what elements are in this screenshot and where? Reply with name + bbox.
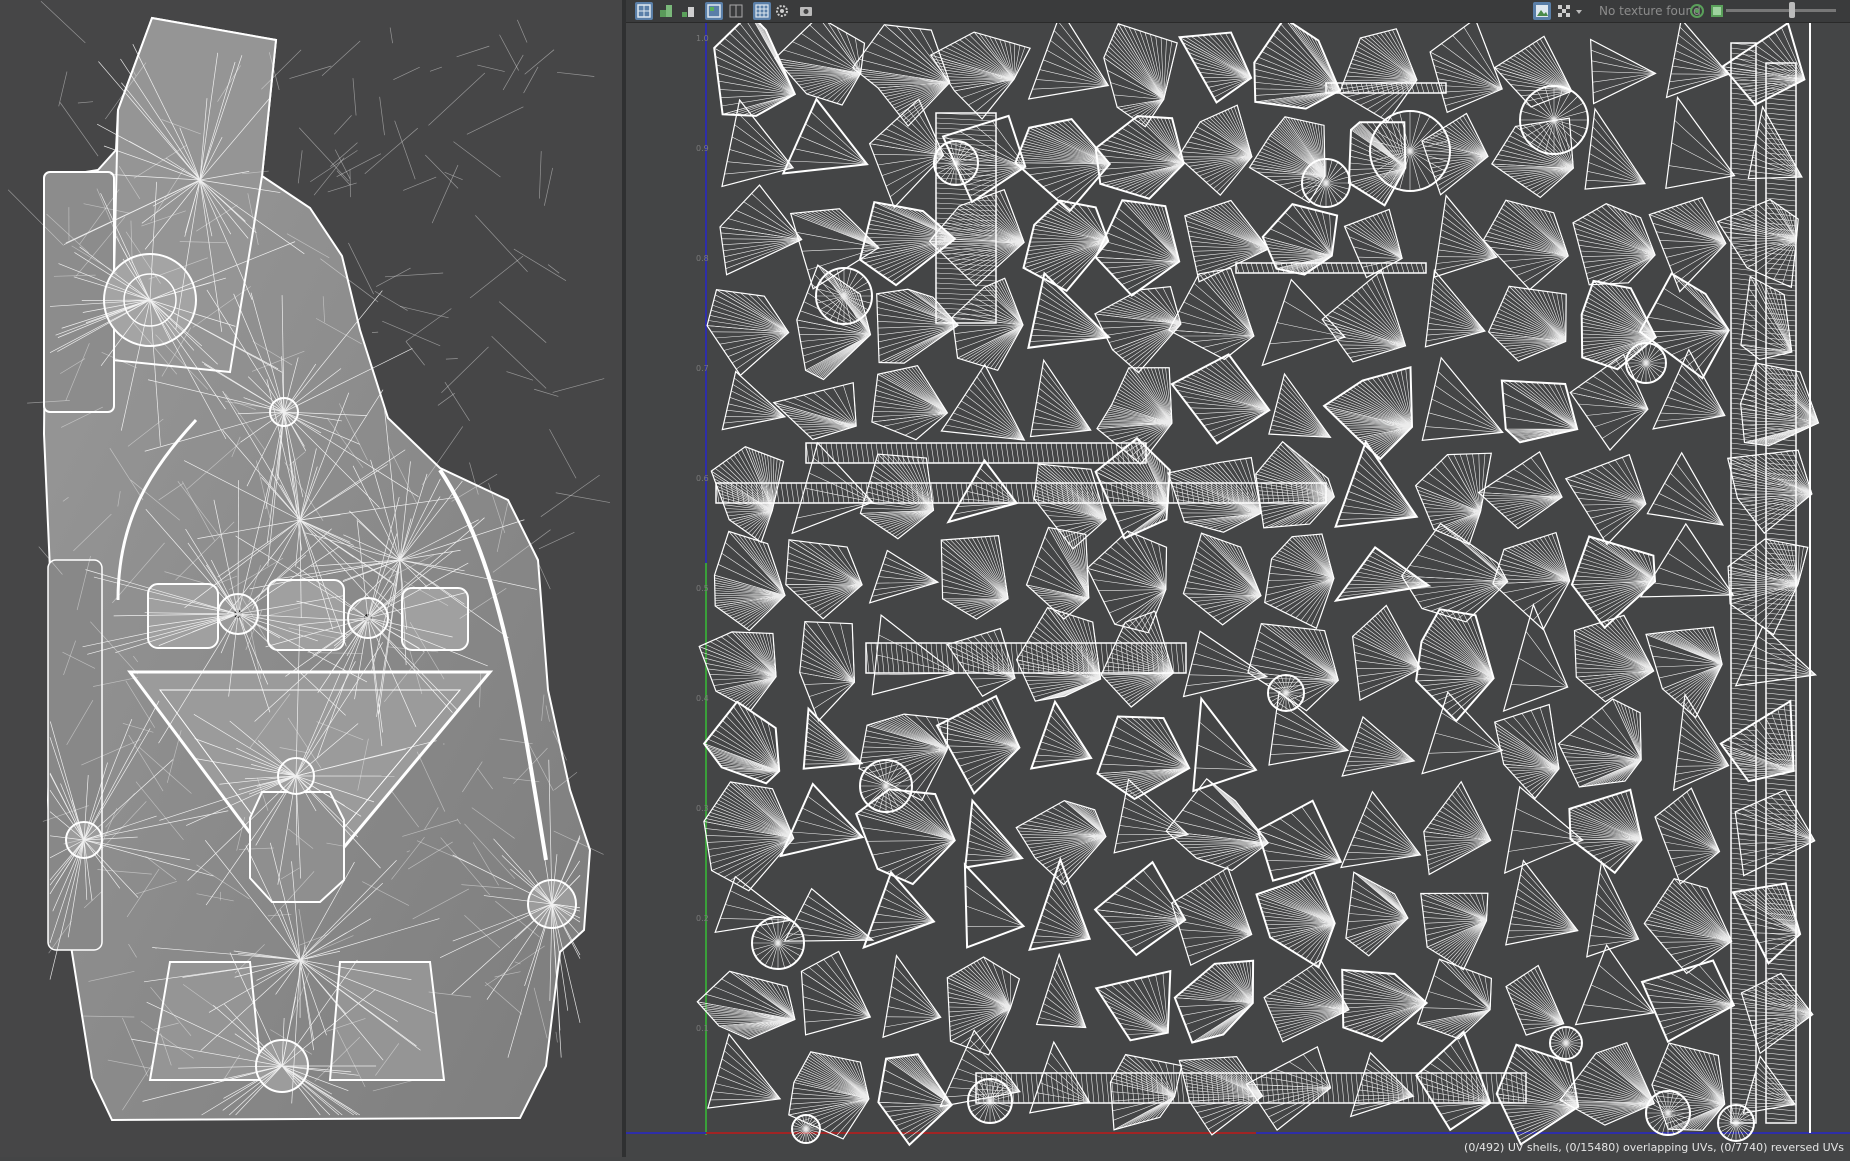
dropdown-arrow-icon[interactable] bbox=[1573, 2, 1585, 20]
uv-axis-tick-label: 0.9 bbox=[696, 144, 709, 153]
image-icon[interactable] bbox=[1708, 2, 1726, 20]
uv-axis-tick-label: 0.5 bbox=[696, 584, 709, 593]
distortion-icon[interactable] bbox=[679, 2, 697, 20]
uv-toolbar: No texture found bbox=[626, 0, 1850, 23]
holster-wireframe-mesh bbox=[0, 0, 622, 1157]
3d-viewport[interactable] bbox=[0, 0, 622, 1157]
uv-axis-tick-label: 0.2 bbox=[696, 914, 709, 923]
grid-icon[interactable] bbox=[753, 2, 771, 20]
uv-axis-tick-label: 0.6 bbox=[696, 474, 709, 483]
uv-axis-tick-label: 0.7 bbox=[696, 364, 709, 373]
uv-axis-tick-label: 0.4 bbox=[696, 694, 709, 703]
uv-grid-icon[interactable] bbox=[635, 2, 653, 20]
texture-status-label: No texture found bbox=[1599, 4, 1701, 18]
uv-axis-tick-label: 0.1 bbox=[696, 1024, 709, 1033]
checker-pattern-icon[interactable] bbox=[1555, 2, 1573, 20]
uv-layout-canvas[interactable]: 1.0 0.9 0.8 0.7 0.6 0.5 0.4 0.3 0.2 0.1 bbox=[626, 23, 1850, 1157]
image-settings-icon[interactable] bbox=[773, 2, 791, 20]
uv-editor-panel[interactable]: No texture found 1.0 0.9 0.8 0.7 0.6 0.5 0.4 0.… bbox=[626, 0, 1850, 1157]
snapshot-icon[interactable] bbox=[797, 2, 815, 20]
shaded-uvs-icon[interactable] bbox=[657, 2, 675, 20]
texture-borders-icon[interactable] bbox=[727, 2, 745, 20]
uv-statistics-status: (0/492) UV shells, (0/15480) overlapping… bbox=[1464, 1141, 1844, 1154]
tile-icon[interactable] bbox=[1688, 2, 1706, 20]
uv-axis-tick-label: 0.3 bbox=[696, 804, 709, 813]
exposure-slider-track[interactable] bbox=[1726, 9, 1836, 12]
uv-axis-tick-label: 0.8 bbox=[696, 254, 709, 263]
checker-icon[interactable] bbox=[705, 2, 723, 20]
uv-axis-tick-label: 1.0 bbox=[696, 34, 709, 43]
display-image-icon[interactable] bbox=[1533, 2, 1551, 20]
exposure-slider-handle[interactable] bbox=[1789, 2, 1795, 18]
